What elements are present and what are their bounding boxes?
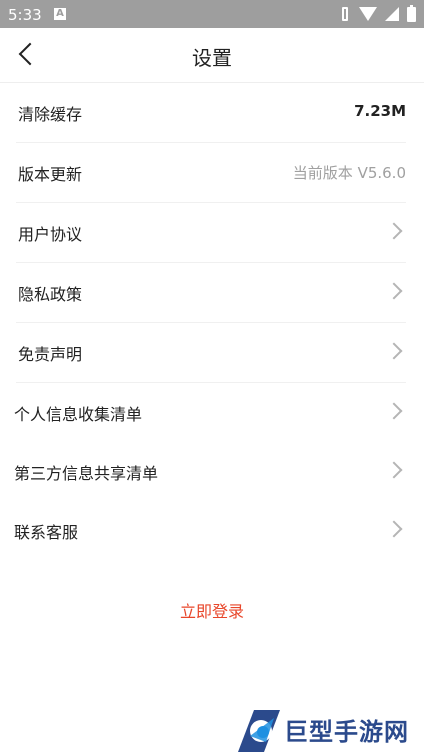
notification-a-icon: A [54,8,66,20]
watermark-text: 巨型手游网 [284,718,409,746]
row-label: 用户协议 [18,225,83,244]
row-third-party-share-list[interactable]: 第三方信息共享清单 [14,442,406,501]
row-privacy-policy[interactable]: 隐私政策 [16,263,406,323]
page-title: 设置 [192,46,232,70]
chevron-right-icon [385,222,403,240]
chevron-right-icon [385,402,403,420]
nav-header: 设置 [0,28,424,83]
row-label: 第三方信息共享清单 [14,464,159,483]
login-button[interactable]: 立即登录 [0,598,424,622]
chevron-right-icon [385,282,403,300]
version-value: 当前版本 V5.6.0 [292,164,406,182]
row-personal-info-list[interactable]: 个人信息收集清单 [14,383,406,442]
watermark: 巨型手游网 [234,706,420,752]
row-disclaimer[interactable]: 免责声明 [16,323,406,383]
battery-icon [407,4,416,22]
row-label: 联系客服 [14,523,79,542]
status-bar: 5:33 A [0,0,424,28]
row-contact-support[interactable]: 联系客服 [14,501,406,560]
watermark-logo-icon [238,710,280,752]
row-label: 隐私政策 [18,285,83,304]
chevron-right-icon [385,520,403,538]
signal-icon [385,7,399,21]
row-label: 版本更新 [18,165,83,184]
row-clear-cache[interactable]: 清除缓存 7.23M [16,83,406,143]
row-label: 免责声明 [18,345,83,364]
chevron-right-icon [385,342,403,360]
row-label: 清除缓存 [18,105,83,124]
row-version-update[interactable]: 版本更新 当前版本 V5.6.0 [16,143,406,203]
status-time: 5:33 [8,6,42,24]
vibrate-icon [339,7,351,21]
row-label: 个人信息收集清单 [14,405,143,424]
status-icons [339,4,416,22]
row-user-agreement[interactable]: 用户协议 [16,203,406,263]
settings-list: 清除缓存 7.23M 版本更新 当前版本 V5.6.0 用户协议 隐私政策 免责… [0,83,424,560]
cache-size-value: 7.23M [354,102,406,120]
wifi-icon [359,7,377,21]
chevron-right-icon [385,461,403,479]
